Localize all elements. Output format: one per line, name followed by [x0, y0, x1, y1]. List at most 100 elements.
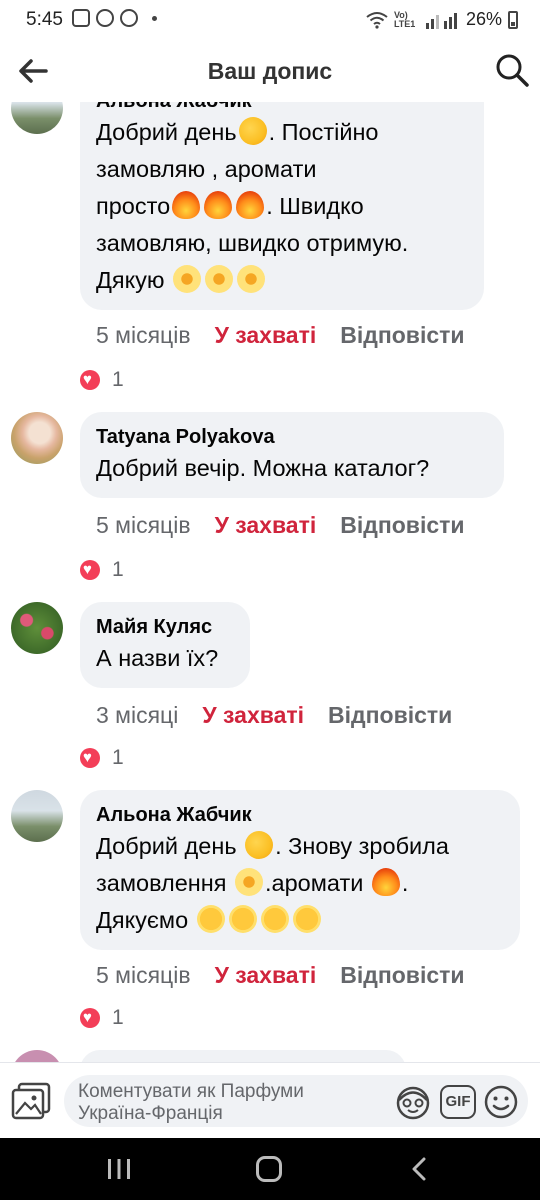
reply-button[interactable]: Відповісти	[340, 962, 464, 989]
sun-face-emoji-icon	[196, 905, 225, 933]
comment-text-line: замовлення	[96, 870, 227, 896]
app-header: Ваш допис	[0, 38, 540, 102]
blossom-emoji-icon	[235, 868, 264, 896]
hugging-face-emoji-icon	[245, 831, 274, 859]
avatar[interactable]	[11, 790, 63, 842]
comment-time[interactable]: 5 місяців	[96, 962, 191, 989]
avatar[interactable]	[11, 602, 63, 654]
comment-time[interactable]: 3 місяці	[96, 702, 178, 729]
nav-back-icon[interactable]	[408, 1157, 432, 1181]
comment-text: А назви їх?	[96, 645, 219, 671]
comment-author[interactable]: Tatyana Polyakova	[96, 424, 488, 450]
comment-bubble[interactable]: Альона Жабчик Добрий день . Знову зробил…	[80, 790, 520, 950]
comment-text-tail: . Постійно	[268, 119, 379, 145]
comment-text-line: замовляю, швидко отримую.	[96, 230, 409, 256]
blossom-emoji-icon	[173, 265, 202, 293]
comment-input[interactable]: Коментувати як Парфуми Україна-Франція G…	[64, 1075, 528, 1127]
comment-time[interactable]: 5 місяців	[96, 512, 191, 539]
reaction-count: 1	[112, 1006, 124, 1029]
comment-composer: Коментувати як Парфуми Україна-Франція G…	[0, 1062, 540, 1138]
heart-reaction-icon	[80, 370, 100, 390]
comment-actions: 3 місяці У захваті Відповісти	[96, 702, 452, 729]
comments-feed[interactable]: Альона Жабчик Добрий день . Постійно замо…	[0, 102, 540, 1062]
signal-icon	[425, 12, 457, 29]
hugging-face-emoji-icon	[238, 117, 267, 145]
notification-icons	[72, 9, 157, 27]
fire-emoji-icon	[172, 191, 201, 219]
reply-button[interactable]: Відповісти	[340, 512, 464, 539]
comment-bubble[interactable]: Майя Куляс А назви їх?	[80, 602, 250, 688]
home-icon[interactable]	[256, 1156, 282, 1182]
like-button[interactable]: У захваті	[215, 512, 317, 539]
status-time: 5:45	[26, 9, 63, 30]
viber-notification-icon	[96, 9, 114, 27]
sun-face-emoji-icon	[260, 905, 289, 933]
blossom-emoji-icon	[205, 265, 234, 293]
comment-author[interactable]: Майя Куляс	[96, 614, 234, 640]
reaction-summary[interactable]: 1	[80, 368, 124, 392]
avatar[interactable]	[11, 1050, 63, 1062]
comment-bubble[interactable]: Альона Жабчик Добрий день . Постійно замо…	[80, 102, 484, 310]
comment-text-line: Дякуємо	[96, 907, 189, 933]
reaction-summary[interactable]: 1	[80, 746, 124, 770]
viber-notification-icon-2	[120, 9, 138, 27]
comment-text-tail: . Швидко	[266, 193, 364, 219]
wifi-icon	[366, 11, 388, 29]
heart-reaction-icon	[80, 560, 100, 580]
comment-text-line: замовляю , аромати	[96, 156, 317, 182]
like-button[interactable]: У захваті	[215, 962, 317, 989]
battery-icon	[508, 10, 518, 29]
avatar-sticker-icon[interactable]	[394, 1083, 432, 1121]
fire-emoji-icon	[236, 191, 265, 219]
comment-text: Добрий день . Постійно замовляю , аромати…	[96, 114, 468, 299]
reaction-count: 1	[112, 746, 124, 769]
comment-text-line: Добрий день	[96, 833, 237, 859]
reaction-count: 1	[112, 368, 124, 391]
more-notifications-icon	[152, 15, 157, 21]
fire-emoji-icon	[204, 191, 233, 219]
gif-icon[interactable]: GIF	[440, 1085, 476, 1119]
comment-author[interactable]: Альона Жабчик	[96, 102, 468, 114]
comment-input-placeholder: Коментувати як Парфуми Україна-Франція	[78, 1081, 304, 1124]
network-label: Vo) LTE1	[393, 9, 416, 29]
page-title: Ваш допис	[207, 58, 333, 84]
avatar[interactable]	[11, 412, 63, 464]
photo-icon[interactable]	[10, 1081, 52, 1121]
comment-author[interactable]: Альона Жабчик	[96, 802, 504, 828]
status-bar: 5:45 Vo) LTE1 26%	[0, 0, 540, 38]
reaction-summary[interactable]: 1	[80, 558, 124, 582]
comment-text: Добрий вечір. Можна каталог?	[96, 455, 430, 481]
comment-bubble[interactable]	[80, 1050, 406, 1062]
blossom-emoji-icon	[237, 265, 266, 293]
reaction-summary[interactable]: 1	[80, 1006, 124, 1030]
fire-emoji-icon	[371, 868, 400, 896]
battery-percent: 26%	[465, 9, 502, 29]
like-button[interactable]: У захваті	[215, 322, 317, 349]
emoji-icon[interactable]	[482, 1083, 520, 1121]
system-nav-bar	[0, 1138, 540, 1200]
sun-face-emoji-icon	[292, 905, 321, 933]
gallery-notification-icon	[72, 9, 90, 27]
comment-text-line: просто	[96, 193, 171, 219]
reaction-count: 1	[112, 558, 124, 581]
comment-actions: 5 місяців У захваті Відповісти	[96, 322, 465, 349]
comment-text-line: Добрий день	[96, 119, 237, 145]
comment-time[interactable]: 5 місяців	[96, 322, 191, 349]
sun-face-emoji-icon	[228, 905, 257, 933]
recent-apps-icon[interactable]	[106, 1158, 132, 1180]
status-right: Vo) LTE1 26%	[366, 9, 518, 30]
comment-text-tail: .	[401, 870, 409, 896]
comment-actions: 5 місяців У захваті Відповісти	[96, 962, 465, 989]
avatar[interactable]	[11, 102, 63, 134]
heart-reaction-icon	[80, 1008, 100, 1028]
like-button[interactable]: У захваті	[202, 702, 304, 729]
comment-text: Добрий день . Знову зробила замовлення .…	[96, 828, 504, 939]
comment-text-tail: . Знову зробила	[275, 833, 449, 859]
heart-reaction-icon	[80, 748, 100, 768]
reply-button[interactable]: Відповісти	[328, 702, 452, 729]
comment-bubble[interactable]: Tatyana Polyakova Добрий вечір. Можна ка…	[80, 412, 504, 498]
search-icon[interactable]	[494, 52, 530, 88]
comment-text-line: Дякую	[96, 267, 165, 293]
reply-button[interactable]: Відповісти	[340, 322, 464, 349]
comment-actions: 5 місяців У захваті Відповісти	[96, 512, 465, 539]
